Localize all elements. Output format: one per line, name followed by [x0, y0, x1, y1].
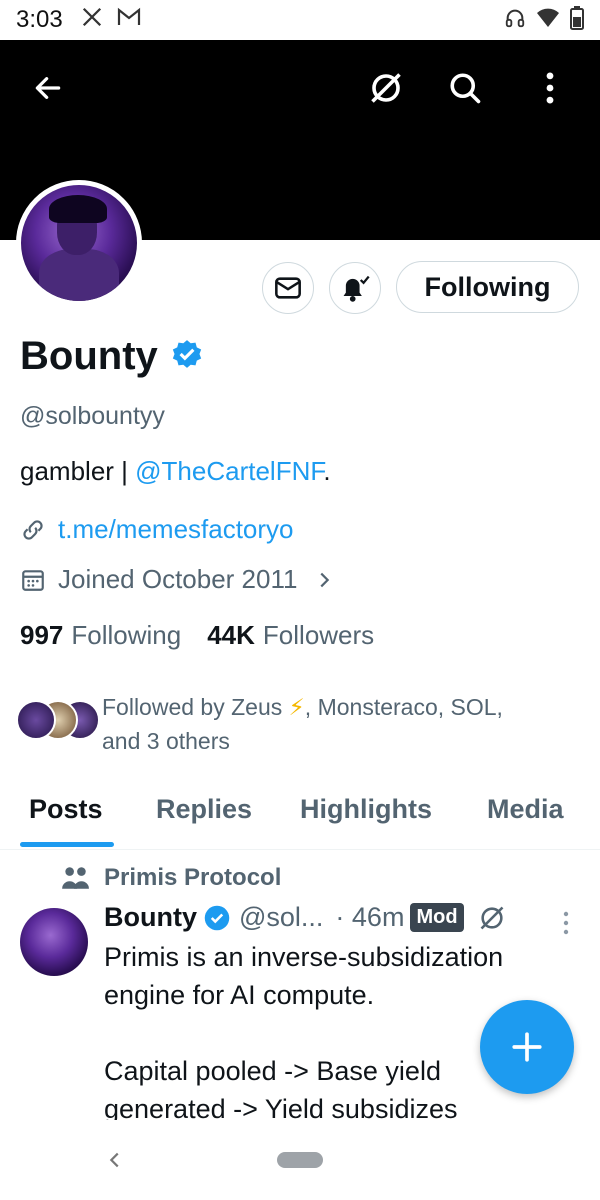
followed-by-prefix: Followed by Zeus	[102, 694, 289, 720]
chevron-right-icon[interactable]	[313, 569, 335, 591]
post-timestamp[interactable]: · 46m	[335, 902, 404, 933]
post-header: Bounty @sol... · 46m Mod	[104, 902, 506, 933]
followed-by-names: , Monsteraco, SOL,	[304, 694, 503, 720]
grok-icon	[371, 73, 401, 103]
home-gesture-pill[interactable]	[277, 1152, 323, 1168]
battery-icon	[570, 5, 584, 35]
back-button[interactable]	[26, 66, 70, 110]
profile-handle: @solbountyy	[20, 402, 165, 430]
bio-suffix: .	[323, 456, 331, 486]
notifications-button[interactable]	[329, 262, 381, 314]
gmail-icon	[117, 7, 141, 33]
more-vertical-icon	[546, 72, 554, 104]
post-more-button[interactable]	[558, 910, 574, 941]
headphones-icon	[504, 7, 526, 34]
profile-link-row[interactable]: t.me/memesfactoryo	[20, 514, 294, 545]
message-button[interactable]	[262, 262, 314, 314]
wifi-icon	[536, 8, 560, 33]
profile-avatar[interactable]	[16, 180, 142, 306]
grok-icon[interactable]	[478, 904, 506, 932]
joined-row: Joined October 2011	[20, 564, 335, 595]
verified-badge-icon[interactable]	[170, 337, 204, 376]
active-tab-indicator	[20, 842, 114, 847]
bell-check-icon	[343, 275, 370, 302]
following-button[interactable]: Following	[396, 261, 579, 313]
following-label: Following	[71, 620, 182, 650]
avatar-figure-body	[39, 249, 119, 301]
more-options-button[interactable]	[528, 66, 572, 110]
mod-badge: Mod	[410, 903, 464, 932]
follow-counts: 997 Following 44K Followers	[20, 620, 400, 651]
system-nav-bar	[0, 1120, 600, 1200]
bio-mention-link[interactable]: @TheCartelFNF	[135, 456, 323, 486]
tab-replies[interactable]: Replies	[156, 794, 252, 825]
post-community-label[interactable]: Primis Protocol	[60, 864, 281, 892]
system-back-icon[interactable]	[104, 1148, 126, 1172]
community-icon	[62, 867, 89, 889]
bio-text: gambler |	[20, 456, 136, 486]
arrow-left-icon	[35, 77, 61, 99]
avatar-figure-hair	[49, 195, 107, 223]
x-app-icon	[81, 6, 103, 34]
profile-tabs: Posts Replies Highlights Media	[0, 780, 600, 850]
search-button[interactable]	[443, 66, 487, 110]
verified-badge-icon	[204, 905, 230, 930]
post-author-handle[interactable]: @sol...	[239, 902, 323, 933]
status-time: 3:03	[16, 6, 63, 33]
link-icon	[23, 519, 43, 540]
grok-button[interactable]	[364, 66, 408, 110]
community-name: Primis Protocol	[104, 864, 282, 891]
tab-posts[interactable]: Posts	[29, 794, 103, 825]
post-author-name[interactable]: Bounty	[104, 902, 197, 933]
envelope-icon	[275, 277, 301, 299]
follower-avatar	[16, 700, 56, 740]
profile-bio: gambler | @TheCartelFNF.	[20, 456, 331, 487]
profile-name: Bounty	[20, 334, 158, 378]
followed-by-text[interactable]: Followed by Zeus ⚡, Monsteraco, SOL, and…	[102, 690, 572, 758]
joined-date: Joined October 2011	[58, 564, 298, 594]
plus-icon	[512, 1032, 542, 1062]
post-author-avatar[interactable]	[20, 908, 88, 976]
search-icon	[450, 73, 481, 104]
profile-link[interactable]: t.me/memesfactoryo	[58, 514, 294, 545]
followed-by-others: and 3 others	[102, 728, 230, 754]
more-vertical-icon	[563, 911, 569, 935]
following-count-link[interactable]: 997 Following	[20, 620, 181, 651]
status-bar: 3:03	[0, 0, 600, 40]
tab-media[interactable]: Media	[487, 794, 564, 825]
followers-count: 44K	[207, 620, 255, 650]
followers-count-link[interactable]: 44K Followers	[207, 620, 374, 651]
followed-by-avatars[interactable]	[16, 700, 100, 744]
calendar-icon	[22, 569, 44, 591]
compose-button[interactable]	[480, 1000, 574, 1094]
lightning-emoji: ⚡	[288, 694, 305, 720]
following-count: 997	[20, 620, 64, 650]
followers-label: Followers	[262, 620, 375, 650]
tab-highlights[interactable]: Highlights	[300, 794, 432, 825]
profile-name-row: Bounty	[20, 334, 204, 379]
